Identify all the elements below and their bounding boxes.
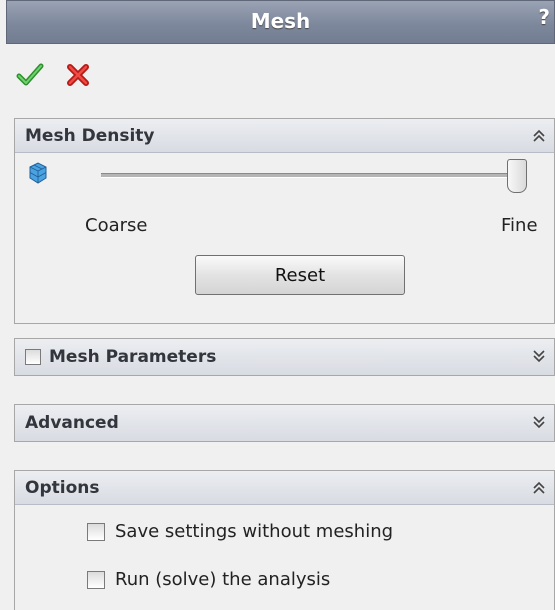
collapse-icon[interactable] <box>532 128 546 144</box>
mesh-parameters-title: Mesh Parameters <box>49 347 217 367</box>
save-settings-label: Save settings without meshing <box>115 521 394 542</box>
cancel-button[interactable] <box>62 60 94 90</box>
collapse-icon[interactable] <box>532 480 546 496</box>
options-group: Options Save settings without meshing Ru… <box>14 470 555 610</box>
expand-icon[interactable] <box>532 348 546 364</box>
reset-button[interactable]: Reset <box>195 255 405 295</box>
coarse-label: Coarse <box>85 215 148 236</box>
options-title: Options <box>25 477 100 498</box>
ok-button[interactable] <box>14 60 46 90</box>
mesh-density-slider-track[interactable] <box>101 173 511 178</box>
expand-icon[interactable] <box>532 414 546 430</box>
mesh-density-icon <box>29 162 47 184</box>
action-bar <box>14 60 94 90</box>
close-icon <box>67 64 89 86</box>
fine-label: Fine <box>501 215 538 236</box>
run-analysis-option[interactable]: Run (solve) the analysis <box>87 569 330 590</box>
run-analysis-checkbox[interactable] <box>87 570 105 589</box>
advanced-header[interactable]: Advanced <box>15 405 554 441</box>
save-settings-option[interactable]: Save settings without meshing <box>87 521 393 542</box>
run-analysis-label: Run (solve) the analysis <box>115 569 331 590</box>
mesh-density-header[interactable]: Mesh Density <box>15 119 554 153</box>
advanced-title: Advanced <box>25 413 119 433</box>
mesh-parameters-header[interactable]: Mesh Parameters <box>15 339 554 375</box>
mesh-parameters-checkbox[interactable] <box>25 349 41 365</box>
mesh-density-title: Mesh Density <box>25 125 155 146</box>
mesh-density-group: Mesh Density Coarse Fine Reset <box>14 118 555 324</box>
help-button[interactable]: ? <box>538 5 550 29</box>
save-settings-checkbox[interactable] <box>87 522 105 541</box>
window-title: Mesh <box>250 9 311 33</box>
title-bar: Mesh ? <box>6 0 555 44</box>
advanced-group: Advanced <box>14 404 555 442</box>
options-header[interactable]: Options <box>15 471 554 505</box>
mesh-parameters-group: Mesh Parameters <box>14 338 555 376</box>
checkmark-icon <box>16 63 44 86</box>
mesh-density-slider-thumb[interactable] <box>507 159 527 193</box>
